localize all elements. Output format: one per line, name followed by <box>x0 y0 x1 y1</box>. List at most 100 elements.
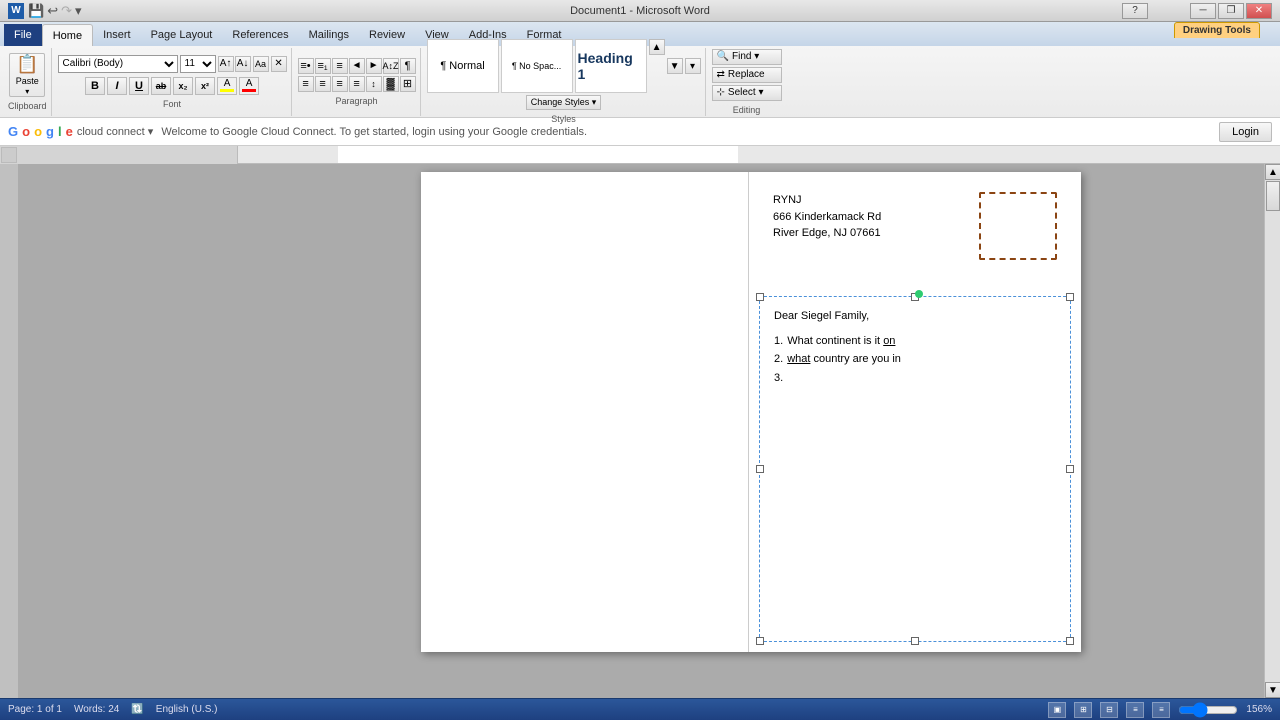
help-button[interactable]: ? <box>1122 3 1148 19</box>
select-button[interactable]: ⊹ Select ▾ <box>712 85 782 101</box>
format-row: B I U ab x₂ x² A A <box>85 77 259 95</box>
spell-check-icon[interactable]: 🔃 <box>131 704 143 715</box>
align-row: ≡ ≡ ≡ ≡ ↕ ▓ ⊞ <box>298 76 416 92</box>
handle-top-left[interactable] <box>756 293 764 301</box>
align-center-button[interactable]: ≡ <box>315 76 331 92</box>
bullets-button[interactable]: ≡• <box>298 58 314 74</box>
handle-middle-left[interactable] <box>756 465 764 473</box>
close-button[interactable]: ✕ <box>1246 3 1272 19</box>
view-outline-button[interactable]: ≡ <box>1126 702 1144 718</box>
clear-formatting-button[interactable]: ✕ <box>271 56 287 72</box>
save-button[interactable]: 💾 <box>28 3 44 19</box>
customize-quick-access[interactable]: ▾ <box>75 3 82 19</box>
paste-dropdown[interactable]: ▾ <box>25 87 29 96</box>
redo-button[interactable]: ↷ <box>61 3 72 19</box>
tab-home[interactable]: Home <box>42 24 93 46</box>
style-no-space-button[interactable]: ¶ No Spac... <box>501 39 573 93</box>
change-styles-button[interactable]: Change Styles ▾ <box>526 95 602 110</box>
font-color-button[interactable]: A <box>239 77 259 95</box>
heading1-style-label: Heading 1 <box>578 50 644 82</box>
numbering-button[interactable]: ≡₁ <box>315 58 331 74</box>
handle-middle-right[interactable] <box>1066 465 1074 473</box>
align-right-button[interactable]: ≡ <box>332 76 348 92</box>
gcc-text: cloud connect ▾ <box>77 125 153 138</box>
page-right: RYNJ 666 Kinderkamack Rd River Edge, NJ … <box>749 172 1081 652</box>
subscript-button[interactable]: x₂ <box>173 77 193 95</box>
increase-indent-button[interactable]: ► <box>366 58 382 74</box>
rotation-handle[interactable] <box>915 290 923 298</box>
drawing-tools-tab[interactable]: Drawing Tools <box>1174 22 1260 38</box>
tab-insert[interactable]: Insert <box>93 24 141 46</box>
handle-bottom-left[interactable] <box>756 637 764 645</box>
doc-area: RYNJ 666 Kinderkamack Rd River Edge, NJ … <box>0 164 1280 698</box>
bold-button[interactable]: B <box>85 77 105 95</box>
scroll-down-button[interactable]: ▼ <box>1265 682 1280 698</box>
border-button[interactable]: ⊞ <box>400 76 416 92</box>
grow-font-button[interactable]: A↑ <box>218 56 234 72</box>
google-l: l <box>58 124 62 139</box>
scroll-thumb[interactable] <box>1266 181 1280 211</box>
view-draft-button[interactable]: ≡ <box>1152 702 1170 718</box>
paragraph-buttons: ≡• ≡₁ ≡ ◄ ► A↕Z ¶ ≡ ≡ ≡ ≡ ↕ ▓ ⊞ <box>298 58 416 92</box>
restore-button[interactable]: ❐ <box>1218 3 1244 19</box>
align-left-button[interactable]: ≡ <box>298 76 314 92</box>
login-button[interactable]: Login <box>1219 122 1272 142</box>
tab-review[interactable]: Review <box>359 24 415 46</box>
minimize-button[interactable]: ─ <box>1190 3 1216 19</box>
tab-mailings[interactable]: Mailings <box>299 24 359 46</box>
view-print-button[interactable]: ▣ <box>1048 702 1066 718</box>
item1-text: What continent is it on <box>787 332 895 351</box>
tab-file[interactable]: File <box>4 24 42 46</box>
text-highlight-button[interactable]: A <box>217 77 237 95</box>
font-group: Calibri (Body) 11 A↑ A↓ Aa ✕ B I U ab x₂… <box>54 48 292 116</box>
editing-buttons: 🔍 Find ▾ ⇄ Replace ⊹ Select ▾ <box>712 49 782 101</box>
word-icon: W <box>8 3 24 19</box>
text-box[interactable]: Dear Siegel Family, 1. What continent is… <box>759 296 1071 642</box>
strikethrough-button[interactable]: ab <box>151 77 171 95</box>
item2-num: 2. <box>774 350 783 369</box>
show-marks-button[interactable]: ¶ <box>400 58 416 74</box>
tab-references[interactable]: References <box>222 24 298 46</box>
handle-bottom-right[interactable] <box>1066 637 1074 645</box>
stamp-placeholder <box>979 192 1057 260</box>
change-case-button[interactable]: Aa <box>253 56 269 72</box>
status-right: ▣ ⊞ ⊟ ≡ ≡ 156% <box>1048 702 1272 718</box>
line-spacing-button[interactable]: ↕ <box>366 76 382 92</box>
font-size-select[interactable]: 11 <box>180 55 216 73</box>
paste-button[interactable]: 📋 Paste ▾ <box>9 53 45 97</box>
select-label: Select ▾ <box>728 87 764 98</box>
page-info: Page: 1 of 1 <box>8 704 62 715</box>
shading-button[interactable]: ▓ <box>383 76 399 92</box>
handle-top-right[interactable] <box>1066 293 1074 301</box>
tab-page-layout[interactable]: Page Layout <box>141 24 223 46</box>
shrink-font-button[interactable]: A↓ <box>235 56 251 72</box>
status-bar: Page: 1 of 1 Words: 24 🔃 English (U.S.) … <box>0 698 1280 720</box>
underline-button[interactable]: U <box>129 77 149 95</box>
find-button[interactable]: 🔍 Find ▾ <box>712 49 782 65</box>
sort-button[interactable]: A↕Z <box>383 58 399 74</box>
style-heading1-button[interactable]: Heading 1 <box>575 39 647 93</box>
view-web-button[interactable]: ⊟ <box>1100 702 1118 718</box>
italic-button[interactable]: I <box>107 77 127 95</box>
styles-scroll-down[interactable]: ▼ <box>667 58 683 74</box>
scroll-track[interactable] <box>1265 180 1280 682</box>
undo-button[interactable]: ↩ <box>47 3 58 19</box>
clipboard-label: Clipboard <box>8 101 47 111</box>
multilevel-button[interactable]: ≡ <box>332 58 348 74</box>
gcc-bar: Google cloud connect ▾ Welcome to Google… <box>0 118 1280 146</box>
zoom-level: 156% <box>1246 704 1272 715</box>
replace-button[interactable]: ⇄ Replace <box>712 67 782 83</box>
scroll-up-button[interactable]: ▲ <box>1265 164 1280 180</box>
styles-expand[interactable]: ▾ <box>685 58 701 74</box>
view-fullscreen-button[interactable]: ⊞ <box>1074 702 1092 718</box>
decrease-indent-button[interactable]: ◄ <box>349 58 365 74</box>
justify-button[interactable]: ≡ <box>349 76 365 92</box>
google-e: e <box>66 124 73 139</box>
list-item-3: 3. <box>774 369 1056 388</box>
zoom-slider[interactable] <box>1178 706 1238 714</box>
font-name-select[interactable]: Calibri (Body) <box>58 55 178 73</box>
style-normal-button[interactable]: ¶ Normal <box>427 39 499 93</box>
handle-bottom-middle[interactable] <box>911 637 919 645</box>
styles-scroll-up[interactable]: ▲ <box>649 39 665 55</box>
superscript-button[interactable]: x² <box>195 77 215 95</box>
